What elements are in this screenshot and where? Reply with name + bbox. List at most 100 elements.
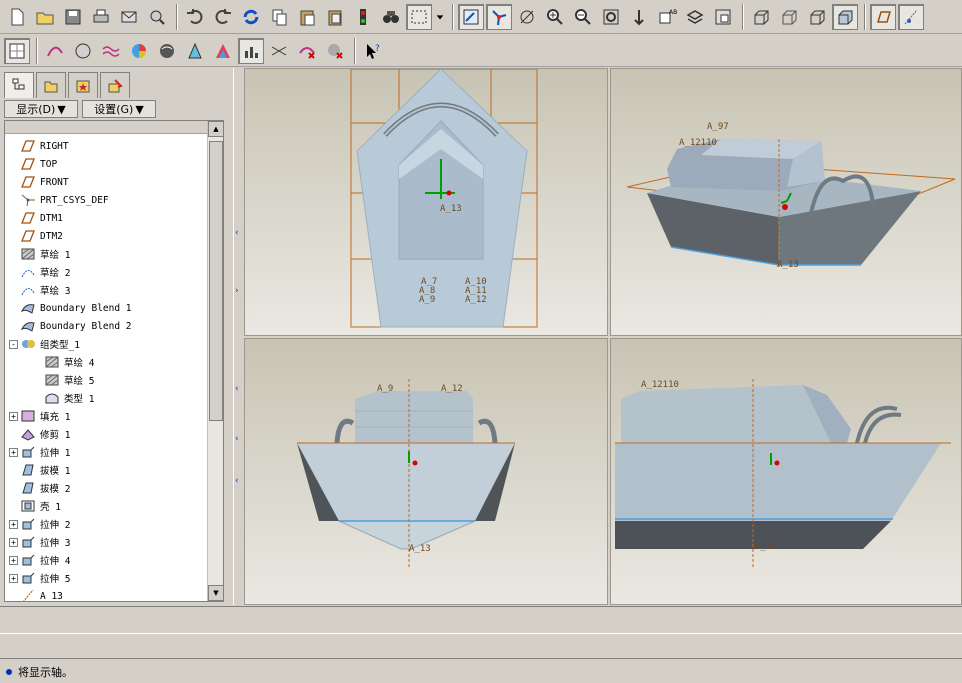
tree-item[interactable]: Boundary Blend 1 (5, 299, 208, 317)
reorient-icon[interactable] (626, 4, 652, 30)
delete-all-sections-icon[interactable] (322, 38, 348, 64)
datum-plane-icon[interactable] (870, 3, 896, 30)
copy-icon[interactable] (266, 4, 292, 30)
model-tree-tab[interactable] (4, 72, 34, 98)
send-icon[interactable] (116, 4, 142, 30)
slope-icon[interactable] (182, 38, 208, 64)
collapse-arrow-icon[interactable]: ‹ (235, 228, 239, 238)
tree-item[interactable]: 草绘 2 (5, 263, 208, 281)
fill-icon (20, 409, 36, 423)
expand-toggle-icon[interactable]: + (9, 537, 18, 547)
search-model-icon[interactable] (144, 4, 170, 30)
panel-splitter[interactable]: ‹ › ‹ ‹ ‹ (233, 68, 243, 605)
print-icon[interactable] (88, 4, 114, 30)
favorites-tab[interactable] (68, 72, 98, 98)
expand-toggle-icon[interactable]: + (9, 573, 18, 583)
collapse-arrow-icon[interactable]: ‹ (235, 384, 239, 394)
scroll-up-icon[interactable]: ▲ (208, 121, 223, 137)
curvature-icon[interactable] (42, 38, 68, 64)
no-hidden-icon[interactable] (804, 4, 830, 30)
folder-tab[interactable] (36, 72, 66, 98)
scroll-down-icon[interactable]: ▼ (208, 585, 223, 601)
redo-icon[interactable] (210, 4, 236, 30)
shading-icon[interactable] (832, 3, 858, 30)
tree-item[interactable]: + 拉伸 5 (5, 569, 208, 587)
tree-item[interactable]: + 拉伸 1 (5, 443, 208, 461)
tree-item[interactable]: 修剪 1 (5, 425, 208, 443)
repaint-icon[interactable] (458, 3, 484, 30)
tree-item[interactable]: + 拉伸 3 (5, 533, 208, 551)
expand-toggle-icon[interactable]: + (9, 555, 18, 565)
paste-special-icon[interactable] (322, 4, 348, 30)
tree-item[interactable]: RIGHT (5, 137, 208, 155)
tree-item[interactable]: FRONT (5, 173, 208, 191)
offset-icon[interactable] (98, 38, 124, 64)
wireframe-icon[interactable] (748, 4, 774, 30)
viewport-top[interactable]: A_13 A_7 A_8 A_9 A_10 A_11 A_12 (244, 68, 608, 336)
tree-item[interactable]: 草绘 4 (5, 353, 208, 371)
hide-all-icon[interactable] (266, 38, 292, 64)
expand-arrow-icon[interactable]: › (235, 286, 239, 296)
context-help-icon[interactable]: ? (360, 38, 386, 64)
hidden-line-icon[interactable] (776, 4, 802, 30)
delete-all-curvature-icon[interactable] (294, 38, 320, 64)
tree-scrollbar[interactable]: ▲ ▼ (207, 121, 223, 601)
tree-item[interactable]: DTM1 (5, 209, 208, 227)
tree-item[interactable]: TOP (5, 155, 208, 173)
dropdown-icon[interactable] (434, 4, 446, 30)
tree-item[interactable]: + 拉伸 2 (5, 515, 208, 533)
tree-item[interactable]: A_13 (5, 587, 208, 601)
viewport-iso[interactable]: A_97 A_12110 A_13 (610, 68, 962, 336)
tree-item[interactable]: DTM2 (5, 227, 208, 245)
collapse-arrow-icon[interactable]: ‹ (235, 434, 239, 444)
zoom-out-icon[interactable] (570, 4, 596, 30)
datum-axis-icon[interactable] (898, 3, 924, 30)
spin-center-icon[interactable] (486, 3, 512, 30)
tree-item[interactable]: + 拉伸 4 (5, 551, 208, 569)
refit-icon[interactable] (598, 4, 624, 30)
scroll-thumb[interactable] (209, 141, 223, 421)
tree-item[interactable]: 类型 1 (5, 389, 208, 407)
collapse-arrow-icon[interactable]: ‹ (235, 476, 239, 486)
tree-item[interactable]: 拔模 2 (5, 479, 208, 497)
new-icon[interactable] (4, 4, 30, 30)
orient-icon[interactable] (514, 4, 540, 30)
save-icon[interactable] (60, 4, 86, 30)
open-icon[interactable] (32, 4, 58, 30)
section-icon[interactable] (70, 38, 96, 64)
tree-item[interactable]: 草绘 3 (5, 281, 208, 299)
tree-item[interactable]: 拔模 1 (5, 461, 208, 479)
regenerate-icon[interactable] (238, 4, 264, 30)
expand-toggle-icon[interactable]: + (9, 519, 18, 529)
tree-item[interactable]: + 填充 1 (5, 407, 208, 425)
viewport-side[interactable]: A_12110 A_13 (610, 338, 962, 605)
collapse-toggle-icon[interactable]: - (9, 339, 18, 349)
sketch-grid-icon[interactable] (4, 37, 30, 64)
show-menu-button[interactable]: 显示(D) ▼ (4, 100, 78, 118)
layers-icon[interactable] (682, 4, 708, 30)
tree-item[interactable]: Boundary Blend 2 (5, 317, 208, 335)
paste-icon[interactable] (294, 4, 320, 30)
saved-analysis-icon[interactable] (238, 37, 264, 64)
tree-item[interactable]: - 组类型_1 (5, 335, 208, 353)
saved-view-icon[interactable]: AB (654, 4, 680, 30)
shaded-curvature-icon[interactable] (210, 38, 236, 64)
settings-menu-button[interactable]: 设置(G) ▼ (82, 100, 156, 118)
find-icon[interactable] (378, 4, 404, 30)
connections-tab[interactable] (100, 72, 130, 98)
select-box-icon[interactable] (406, 3, 432, 30)
zoom-in-icon[interactable] (542, 4, 568, 30)
tree-item[interactable]: PRT_CSYS_DEF (5, 191, 208, 209)
view-manager-icon[interactable] (710, 4, 736, 30)
show-menu-label: 显示(D) (16, 103, 56, 116)
draft-analysis-icon[interactable] (126, 38, 152, 64)
expand-toggle-icon[interactable]: + (9, 411, 18, 421)
tree-item[interactable]: 壳 1 (5, 497, 208, 515)
undo-icon[interactable] (182, 4, 208, 30)
traffic-light-icon[interactable] (350, 4, 376, 30)
viewport-front[interactable]: A_9 A_12 A_13 (244, 338, 608, 605)
tree-item[interactable]: 草绘 5 (5, 371, 208, 389)
expand-toggle-icon[interactable]: + (9, 447, 18, 457)
tree-item[interactable]: 草绘 1 (5, 245, 208, 263)
reflection-icon[interactable] (154, 38, 180, 64)
